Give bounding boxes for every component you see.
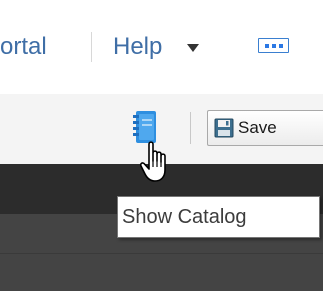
nav-menu-help[interactable]: Help <box>113 33 162 61</box>
nav-link-portal[interactable]: ortal <box>0 33 47 61</box>
more-dot <box>265 44 269 48</box>
app-window: ortal Help Save Show Catalog <box>0 0 323 291</box>
nav-divider <box>91 32 92 62</box>
toolbar-divider <box>190 112 191 144</box>
more-dots-icon[interactable] <box>258 38 289 53</box>
save-button[interactable]: Save <box>207 110 323 146</box>
more-dot <box>279 44 283 48</box>
caret-down-icon[interactable] <box>187 44 199 52</box>
more-dot <box>272 44 276 48</box>
hand-pointer-icon <box>139 140 180 188</box>
floppy-disk-icon <box>214 118 234 138</box>
tooltip-text: Show Catalog <box>122 206 247 228</box>
save-button-label: Save <box>238 118 277 137</box>
dark-content-divider <box>0 253 323 254</box>
tooltip: Show Catalog <box>117 196 320 238</box>
top-nav-bar: ortal Help <box>0 0 323 94</box>
